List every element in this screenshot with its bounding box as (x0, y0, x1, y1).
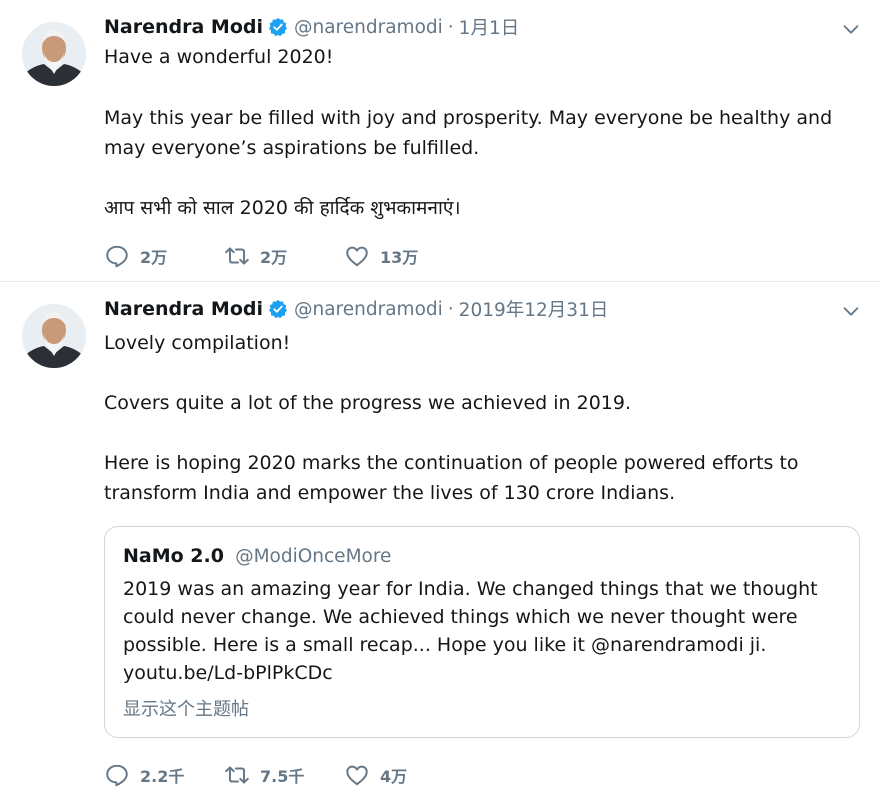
chevron-down-icon[interactable] (840, 18, 862, 40)
quoted-tweet-header: NaMo 2.0 @ModiOnceMore (123, 545, 391, 567)
tweet[interactable]: Narendra Modi @narendramodi · 1月1日 Have … (0, 0, 880, 282)
like-button[interactable]: 4万 (344, 762, 464, 788)
like-button[interactable]: 13万 (344, 243, 464, 269)
chevron-down-icon[interactable] (840, 300, 862, 322)
separator: · (447, 16, 454, 38)
tweet-text-line: Lovely compilation! (104, 332, 291, 354)
tweet-text-line: Covers quite a lot of the progress we ac… (104, 392, 631, 414)
quoted-author-name: NaMo 2.0 (123, 545, 224, 567)
separator: · (447, 298, 454, 320)
tweet[interactable]: Narendra Modi @narendramodi · 2019年12月31… (0, 282, 880, 798)
action-bar: 2.2千 7.5千 4万 (104, 760, 464, 790)
reply-count: 2万 (140, 248, 168, 267)
quoted-author-handle: @ModiOnceMore (235, 546, 392, 567)
timestamp[interactable]: 2019年12月31日 (459, 296, 609, 322)
verified-badge-icon (268, 17, 288, 37)
tweet-header: Narendra Modi @narendramodi · 1月1日 (104, 12, 519, 42)
quoted-tweet[interactable]: NaMo 2.0 @ModiOnceMore 2019 was an amazi… (104, 526, 860, 738)
reply-button[interactable]: 2万 (104, 243, 224, 269)
quoted-tweet-text: 2019 was an amazing year for India. We c… (123, 578, 818, 684)
tweet-text-line: Here is hoping 2020 marks the continuati… (104, 452, 799, 504)
retweet-count: 2万 (260, 248, 288, 267)
reply-icon (104, 762, 130, 788)
author-name[interactable]: Narendra Modi (104, 16, 263, 38)
author-name[interactable]: Narendra Modi (104, 298, 263, 320)
tweet-header: Narendra Modi @narendramodi · 2019年12月31… (104, 294, 608, 324)
reply-button[interactable]: 2.2千 (104, 762, 224, 788)
author-handle[interactable]: @narendramodi (294, 299, 443, 320)
tweet-text-line: May this year be filled with joy and pro… (104, 107, 833, 159)
verified-badge-icon (268, 299, 288, 319)
reply-icon (104, 243, 130, 269)
retweet-button[interactable]: 7.5千 (224, 762, 344, 788)
avatar[interactable] (22, 22, 86, 86)
retweet-icon (224, 243, 250, 269)
heart-icon (344, 762, 370, 788)
show-thread-link[interactable]: 显示这个主题帖 (123, 695, 249, 721)
timestamp[interactable]: 1月1日 (459, 14, 520, 40)
retweet-icon (224, 762, 250, 788)
heart-icon (344, 243, 370, 269)
reply-count: 2.2千 (140, 767, 185, 786)
retweet-count: 7.5千 (260, 767, 305, 786)
avatar[interactable] (22, 304, 86, 368)
like-count: 13万 (380, 248, 419, 267)
tweet-text-line: Have a wonderful 2020! (104, 46, 334, 68)
tweet-text-line: आप सभी को साल 2020 की हार्दिक शुभकामनाएं… (104, 197, 461, 219)
action-bar: 2万 2万 13万 (104, 241, 464, 271)
author-handle[interactable]: @narendramodi (294, 17, 443, 38)
retweet-button[interactable]: 2万 (224, 243, 344, 269)
like-count: 4万 (380, 767, 408, 786)
